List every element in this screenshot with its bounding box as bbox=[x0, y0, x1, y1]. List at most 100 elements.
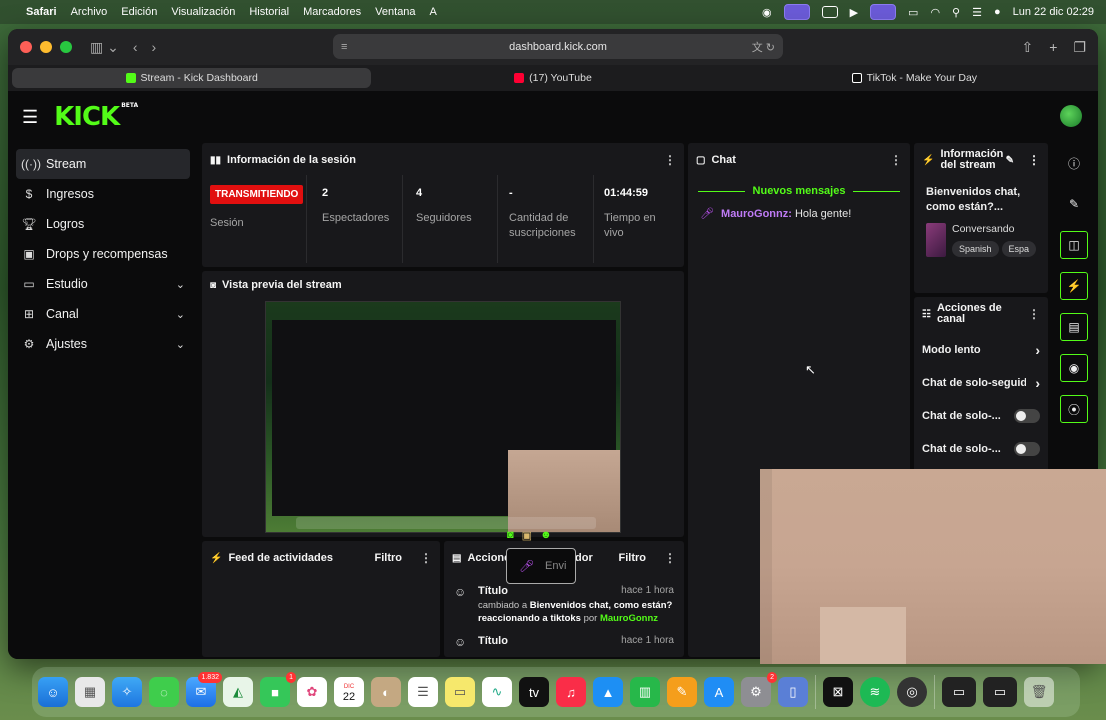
broadcast-icon[interactable]: ⦿ bbox=[1060, 395, 1088, 423]
emotes-only-toggle[interactable] bbox=[1014, 441, 1040, 456]
menu-edicion[interactable]: Edición bbox=[121, 6, 157, 18]
maps-icon[interactable]: ◭ bbox=[223, 677, 253, 707]
sidebar-item-stream[interactable]: ((·)) Stream bbox=[16, 149, 190, 179]
trash-icon[interactable]: 🗑︎ bbox=[1024, 677, 1054, 707]
battery-icon[interactable]: ▭ bbox=[908, 6, 918, 19]
sidebar-item-canal[interactable]: ⊞ Canal ⌄ bbox=[16, 299, 190, 329]
stream-preview-video[interactable] bbox=[265, 301, 621, 533]
address-bar[interactable]: ≡ dashboard.kick.com 文 ↻ bbox=[333, 34, 783, 59]
chat-bubble-icon[interactable]: ◉ bbox=[1060, 354, 1088, 382]
recent-window-icon[interactable]: ▭ bbox=[983, 677, 1017, 707]
translate-reload-icon[interactable]: 文 ↻ bbox=[752, 39, 775, 55]
share-icon[interactable]: ⇧ bbox=[1022, 39, 1034, 56]
page-settings-icon[interactable]: ≡ bbox=[341, 41, 347, 53]
app-store-icon[interactable]: A bbox=[704, 677, 734, 707]
calendar-icon[interactable]: DIC 22 bbox=[334, 677, 364, 707]
menu-ayuda[interactable]: A bbox=[430, 6, 437, 18]
notes-icon[interactable]: ▤ bbox=[1060, 313, 1088, 341]
sidebar-item-ingresos[interactable]: $ Ingresos bbox=[16, 179, 190, 209]
facetime-icon[interactable]: ■ 1 bbox=[260, 672, 296, 707]
close-window-button[interactable] bbox=[20, 41, 32, 53]
safari-icon[interactable]: ✧ bbox=[112, 677, 142, 707]
tab-tiktok[interactable]: TikTok - Make Your Day bbox=[735, 68, 1094, 88]
more-options-icon[interactable]: ⋮ bbox=[420, 551, 432, 565]
emote-icon[interactable]: ▣ bbox=[522, 529, 532, 542]
subscribers-only-toggle[interactable] bbox=[1014, 408, 1040, 423]
obs-icon[interactable]: ◎ bbox=[897, 677, 927, 707]
more-options-icon[interactable]: ⋮ bbox=[1028, 154, 1040, 166]
photos-icon[interactable]: ✿ bbox=[297, 677, 327, 707]
finder-icon[interactable]: ☺ bbox=[38, 677, 68, 707]
flash-icon[interactable]: ⚡ bbox=[1060, 272, 1088, 300]
edit-icon[interactable]: ✎ bbox=[1060, 190, 1088, 218]
creative-cloud-icon[interactable]: ◉ bbox=[762, 6, 772, 19]
hamburger-menu-icon[interactable]: ☰ bbox=[22, 107, 38, 128]
fullscreen-window-button[interactable] bbox=[60, 41, 72, 53]
messages-icon[interactable]: ◌ bbox=[149, 677, 179, 707]
edit-icon[interactable]: ✎ bbox=[1006, 155, 1014, 166]
kick-logo[interactable]: KICK BETA bbox=[54, 102, 138, 132]
menu-ventana[interactable]: Ventana bbox=[375, 6, 415, 18]
search-icon[interactable]: ⚲ bbox=[952, 6, 960, 19]
action-followers-only[interactable]: Chat de solo-seguid › bbox=[914, 366, 1048, 399]
menu-visualizacion[interactable]: Visualización bbox=[171, 6, 235, 18]
numbers-icon[interactable]: ▥ bbox=[630, 677, 660, 707]
capcut-icon[interactable]: ⊠ bbox=[823, 677, 853, 707]
back-icon[interactable]: ‹ bbox=[133, 39, 138, 55]
mail-icon[interactable]: ✉ 1.832 bbox=[186, 672, 222, 707]
freeform-icon[interactable]: ∿ bbox=[482, 677, 512, 707]
control-center-icon[interactable]: ☰ bbox=[972, 6, 982, 19]
stage-manager-icon[interactable] bbox=[870, 4, 897, 20]
sidebar-toggle-icon[interactable]: ▥ ⌄ bbox=[90, 39, 119, 56]
sidebar-item-estudio[interactable]: ▭ Estudio ⌄ bbox=[16, 269, 190, 299]
chat-username[interactable]: MauroGonnz: bbox=[721, 208, 792, 220]
tab-overview-icon[interactable]: ❐ bbox=[1073, 39, 1086, 56]
contacts-icon[interactable]: ◐ bbox=[371, 677, 401, 707]
emote-icon[interactable]: ☻ bbox=[540, 529, 552, 542]
menu-archivo[interactable]: Archivo bbox=[71, 6, 108, 18]
keynote-icon[interactable]: ▲ bbox=[593, 677, 623, 707]
music-icon[interactable]: ♫ bbox=[556, 677, 586, 707]
iphone-mirroring-icon[interactable]: ▯ bbox=[778, 677, 808, 707]
clip-icon[interactable]: ◫ bbox=[1060, 231, 1088, 259]
screen-record-icon[interactable] bbox=[783, 4, 810, 20]
kick-emote-icon[interactable]: ◙ bbox=[507, 529, 514, 542]
stream-category[interactable]: Conversando bbox=[952, 223, 1036, 235]
menubar-clock[interactable]: Lun 22 dic 02:29 bbox=[1013, 6, 1094, 18]
pages-icon[interactable]: ✎ bbox=[667, 677, 697, 707]
menu-marcadores[interactable]: Marcadores bbox=[303, 6, 361, 18]
mod-username[interactable]: MauroGonnz bbox=[600, 613, 658, 624]
notes-icon[interactable]: ▭ bbox=[445, 677, 475, 707]
chat-input[interactable]: 🎤︎ Envi bbox=[506, 548, 576, 584]
more-options-icon[interactable]: ⋮ bbox=[1028, 308, 1040, 320]
user-avatar[interactable] bbox=[1060, 105, 1082, 127]
minimize-window-button[interactable] bbox=[40, 41, 52, 53]
spotify-icon[interactable]: ≋ bbox=[860, 677, 890, 707]
play-icon[interactable]: ▶ bbox=[850, 6, 858, 19]
tab-youtube[interactable]: (17) YouTube bbox=[373, 68, 732, 88]
menu-historial[interactable]: Historial bbox=[249, 6, 289, 18]
reminders-icon[interactable]: ☰ bbox=[408, 677, 438, 707]
system-settings-icon[interactable]: ⚙ 2 bbox=[741, 672, 777, 707]
tv-icon[interactable]: tv bbox=[519, 677, 549, 707]
filter-button[interactable]: Filtro bbox=[619, 552, 647, 564]
tab-kick[interactable]: Stream - Kick Dashboard bbox=[12, 68, 372, 88]
more-options-icon[interactable]: ⋮ bbox=[664, 153, 676, 167]
recent-window-icon[interactable]: ▭ bbox=[942, 677, 976, 707]
menu-safari[interactable]: Safari bbox=[26, 6, 57, 18]
sidebar-item-ajustes[interactable]: ⚙ Ajustes ⌄ bbox=[16, 329, 190, 359]
display-icon[interactable] bbox=[821, 6, 838, 18]
siri-icon[interactable]: ● bbox=[994, 6, 1001, 18]
action-slow-mode[interactable]: Modo lento › bbox=[914, 333, 1048, 366]
new-tab-icon[interactable]: + bbox=[1049, 39, 1057, 56]
forward-icon[interactable]: › bbox=[152, 39, 157, 55]
sidebar-item-drops[interactable]: ▣ Drops y recompensas bbox=[16, 239, 190, 269]
wifi-icon[interactable]: ◠ bbox=[930, 6, 940, 19]
info-icon[interactable]: ⓘ bbox=[1060, 149, 1088, 177]
more-options-icon[interactable]: ⋮ bbox=[890, 153, 902, 167]
filter-button[interactable]: Filtro bbox=[375, 552, 403, 564]
sidebar-item-logros[interactable]: 🏆︎ Logros bbox=[16, 209, 190, 239]
launchpad-icon[interactable]: ▦ bbox=[75, 677, 105, 707]
more-options-icon[interactable]: ⋮ bbox=[664, 551, 676, 565]
category-thumbnail[interactable] bbox=[926, 223, 946, 257]
